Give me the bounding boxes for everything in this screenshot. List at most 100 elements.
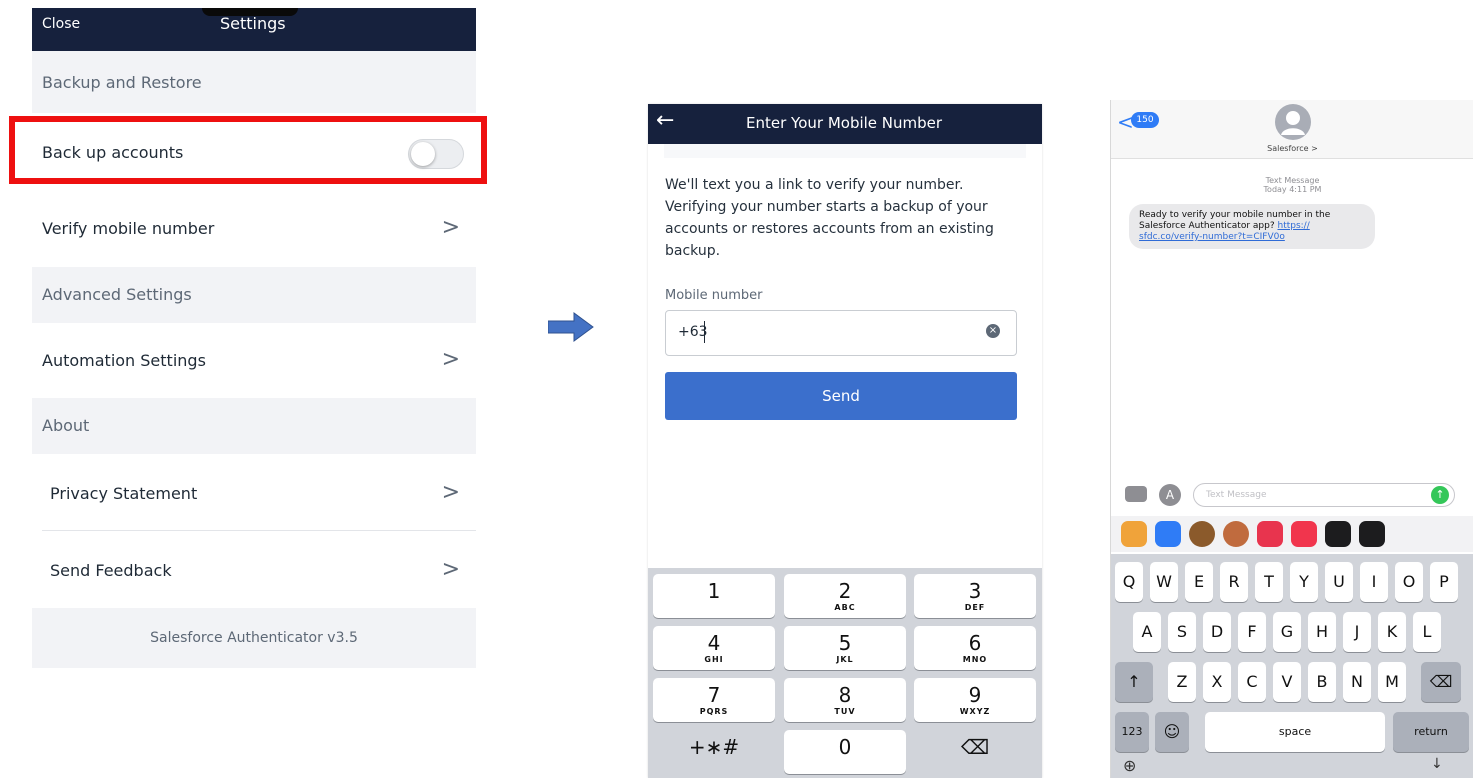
- key-m[interactable]: M: [1378, 662, 1406, 702]
- music-app-icon[interactable]: [1291, 521, 1317, 547]
- key-n[interactable]: N: [1343, 662, 1371, 702]
- memoji-icon[interactable]: [1189, 521, 1215, 547]
- key-5[interactable]: 5 JKL: [784, 626, 906, 670]
- key-e[interactable]: E: [1185, 562, 1213, 602]
- send-arrow-icon[interactable]: ↑: [1431, 486, 1449, 504]
- background-overlay: [664, 144, 1026, 158]
- key-3[interactable]: 3 DEF: [914, 574, 1036, 618]
- section-label: Backup and Restore: [42, 73, 202, 92]
- backspace-icon[interactable]: ⌫: [914, 730, 1036, 774]
- chevron-right-icon: >: [441, 215, 460, 240]
- key-q[interactable]: Q: [1115, 562, 1143, 602]
- back-arrow-icon[interactable]: ←: [656, 108, 674, 133]
- settings-title: Settings: [220, 14, 286, 33]
- key-i[interactable]: I: [1360, 562, 1388, 602]
- key-d[interactable]: D: [1203, 612, 1231, 652]
- key-1[interactable]: 1: [653, 574, 775, 618]
- imessage-apps-row: [1111, 516, 1473, 552]
- person-icon: [1281, 111, 1305, 135]
- key-x[interactable]: X: [1203, 662, 1231, 702]
- section-backup-restore: Backup and Restore: [32, 51, 476, 113]
- more-apps-icon[interactable]: [1359, 521, 1385, 547]
- space-key[interactable]: space: [1205, 712, 1385, 752]
- send-feedback-row[interactable]: Send Feedback >: [32, 531, 476, 608]
- app-store-icon[interactable]: A: [1159, 484, 1181, 506]
- key-z[interactable]: Z: [1168, 662, 1196, 702]
- key-s[interactable]: S: [1168, 612, 1196, 652]
- key-2[interactable]: 2 ABC: [784, 574, 906, 618]
- key-l[interactable]: L: [1413, 612, 1441, 652]
- unread-count-badge[interactable]: 150: [1131, 112, 1159, 128]
- section-advanced: Advanced Settings: [32, 267, 476, 323]
- app-version: Salesforce Authenticator v3.5: [32, 608, 476, 668]
- key-a[interactable]: A: [1133, 612, 1161, 652]
- close-button[interactable]: Close: [42, 16, 80, 32]
- key-y[interactable]: Y: [1290, 562, 1318, 602]
- compose-bar: A Text Message ↑: [1111, 480, 1473, 510]
- key-9[interactable]: 9 WXYZ: [914, 678, 1036, 722]
- microphone-icon[interactable]: ↓: [1431, 756, 1443, 772]
- key-v[interactable]: V: [1273, 662, 1301, 702]
- chevron-right-icon: >: [441, 480, 460, 505]
- camera-icon[interactable]: [1125, 486, 1147, 502]
- key-symbols[interactable]: +∗#: [653, 730, 775, 774]
- mobile-title: Enter Your Mobile Number: [746, 114, 943, 132]
- delete-icon[interactable]: ⌫: [1421, 662, 1461, 702]
- key-u[interactable]: U: [1325, 562, 1353, 602]
- privacy-statement-row[interactable]: Privacy Statement >: [32, 454, 476, 530]
- mobile-number-field[interactable]: +63 ×: [665, 310, 1017, 356]
- emoji-icon[interactable]: ☺: [1155, 712, 1189, 752]
- conversation-header: < 150 Salesforce >: [1111, 100, 1473, 159]
- shift-icon[interactable]: ↑: [1115, 662, 1153, 702]
- key-7[interactable]: 7 PQRS: [653, 678, 775, 722]
- clear-icon[interactable]: ×: [986, 324, 1000, 338]
- key-g[interactable]: G: [1273, 612, 1301, 652]
- key-4[interactable]: 4 GHI: [653, 626, 775, 670]
- mobile-header: ← Enter Your Mobile Number: [648, 104, 1042, 144]
- numeric-keypad: 1 2 ABC 3 DEF 4 GHI 5 JKL 6 MNO 7 PQRS 8 TUV 9W…: [648, 568, 1042, 778]
- chevron-right-icon: >: [441, 347, 460, 372]
- section-label: About: [42, 416, 90, 435]
- verification-instructions: We'll text you a link to verify your num…: [665, 177, 994, 259]
- message-input[interactable]: Text Message: [1193, 483, 1455, 507]
- section-label: Advanced Settings: [42, 285, 192, 304]
- send-feedback-label: Send Feedback: [50, 561, 172, 580]
- key-f[interactable]: F: [1238, 612, 1266, 652]
- send-button[interactable]: Send: [665, 372, 1017, 420]
- automation-settings-label: Automation Settings: [42, 351, 206, 370]
- photos-app-icon[interactable]: [1121, 521, 1147, 547]
- animoji-icon[interactable]: [1223, 521, 1249, 547]
- key-0[interactable]: 0: [784, 730, 906, 774]
- contact-name[interactable]: Salesforce >: [1111, 144, 1473, 153]
- qwerty-keyboard: Q W E R T Y U I O P A S D F G H J K L ↑ …: [1111, 554, 1473, 778]
- contact-avatar-icon[interactable]: [1275, 104, 1311, 140]
- app-store-app-icon[interactable]: [1155, 521, 1181, 547]
- return-key[interactable]: return: [1393, 712, 1469, 752]
- globe-icon[interactable]: ⊕: [1123, 756, 1136, 775]
- verify-mobile-row[interactable]: Verify mobile number >: [32, 191, 476, 267]
- key-j[interactable]: J: [1343, 612, 1371, 652]
- settings-screen: Close Settings Backup and Restore Back u…: [32, 8, 476, 668]
- enter-mobile-screen: ← Enter Your Mobile Number We'll text yo…: [648, 104, 1042, 778]
- key-b[interactable]: B: [1308, 662, 1336, 702]
- automation-settings-row[interactable]: Automation Settings >: [32, 323, 476, 398]
- mobile-number-label: Mobile number: [665, 288, 763, 303]
- message-type: Text Message: [1265, 176, 1320, 185]
- verify-mobile-label: Verify mobile number: [42, 219, 215, 238]
- key-r[interactable]: R: [1220, 562, 1248, 602]
- key-6[interactable]: 6 MNO: [914, 626, 1036, 670]
- key-8[interactable]: 8 TUV: [784, 678, 906, 722]
- key-w[interactable]: W: [1150, 562, 1178, 602]
- text-cursor: [704, 321, 705, 343]
- highlight-box: [9, 116, 487, 184]
- key-p[interactable]: P: [1430, 562, 1458, 602]
- message-timestamp: Today 4:11 PM: [1263, 185, 1322, 194]
- key-h[interactable]: H: [1308, 612, 1336, 652]
- key-c[interactable]: C: [1238, 662, 1266, 702]
- numbers-key[interactable]: 123: [1115, 712, 1149, 752]
- key-o[interactable]: O: [1395, 562, 1423, 602]
- key-t[interactable]: T: [1255, 562, 1283, 602]
- search-images-icon[interactable]: [1257, 521, 1283, 547]
- activity-app-icon[interactable]: [1325, 521, 1351, 547]
- key-k[interactable]: K: [1378, 612, 1406, 652]
